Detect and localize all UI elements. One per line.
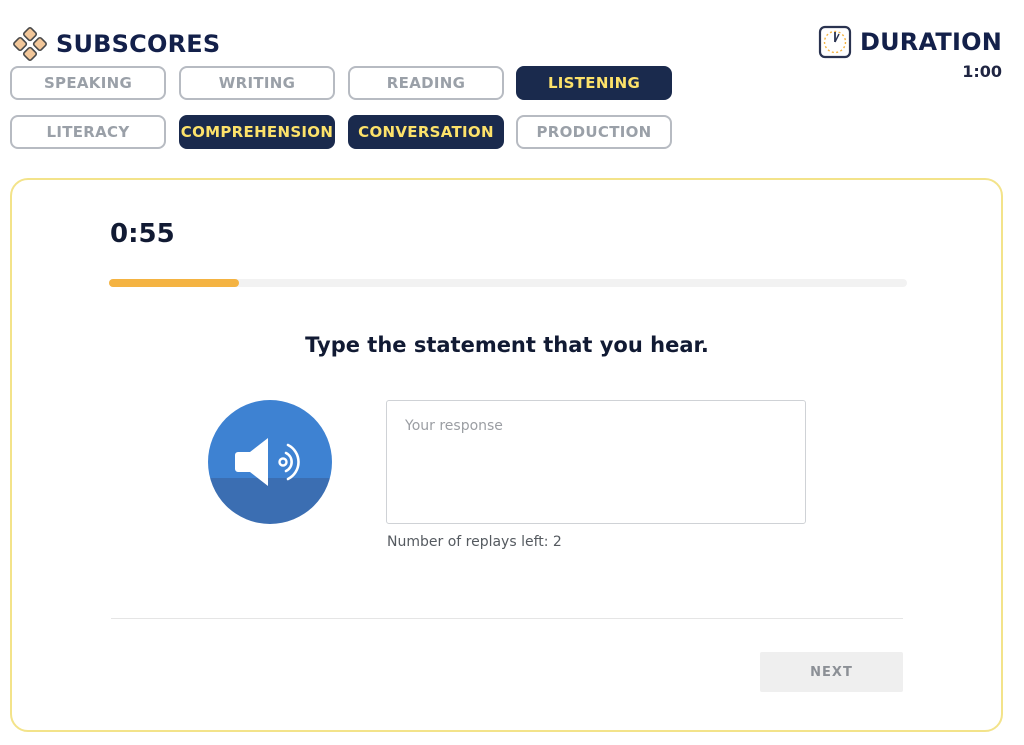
subscore-pill-production[interactable]: PRODUCTION <box>516 115 672 149</box>
clock-icon <box>818 25 852 59</box>
duration-panel: DURATION 1:00 <box>818 25 1002 81</box>
footer-divider <box>111 618 903 619</box>
progress-bar <box>109 279 907 287</box>
duration-value: 1:00 <box>962 62 1002 81</box>
question-prompt: Type the statement that you hear. <box>305 333 709 357</box>
subscore-pill-comprehension[interactable]: COMPREHENSION <box>179 115 335 149</box>
subscore-pill-literacy[interactable]: LITERACY <box>10 115 166 149</box>
progress-fill <box>109 279 240 287</box>
play-audio-button[interactable] <box>208 400 332 524</box>
subscores-title: SUBSCORES <box>56 30 221 58</box>
replays-left-text: Number of replays left: 2 <box>387 534 562 550</box>
response-input[interactable] <box>386 400 806 524</box>
subscores-logo-icon <box>12 26 48 62</box>
subscore-pill-conversation[interactable]: CONVERSATION <box>348 115 504 149</box>
subscore-pill-reading[interactable]: READING <box>348 66 504 100</box>
subscore-pill-listening[interactable]: LISTENING <box>516 66 672 100</box>
subscore-pill-writing[interactable]: WRITING <box>179 66 335 100</box>
question-timer: 0:55 <box>110 219 175 249</box>
next-button[interactable]: NEXT <box>760 652 903 692</box>
duration-title: DURATION <box>860 28 1002 56</box>
speaker-icon <box>235 438 300 486</box>
subscore-pill-speaking[interactable]: SPEAKING <box>10 66 166 100</box>
subscores-header: SUBSCORES <box>12 26 220 62</box>
